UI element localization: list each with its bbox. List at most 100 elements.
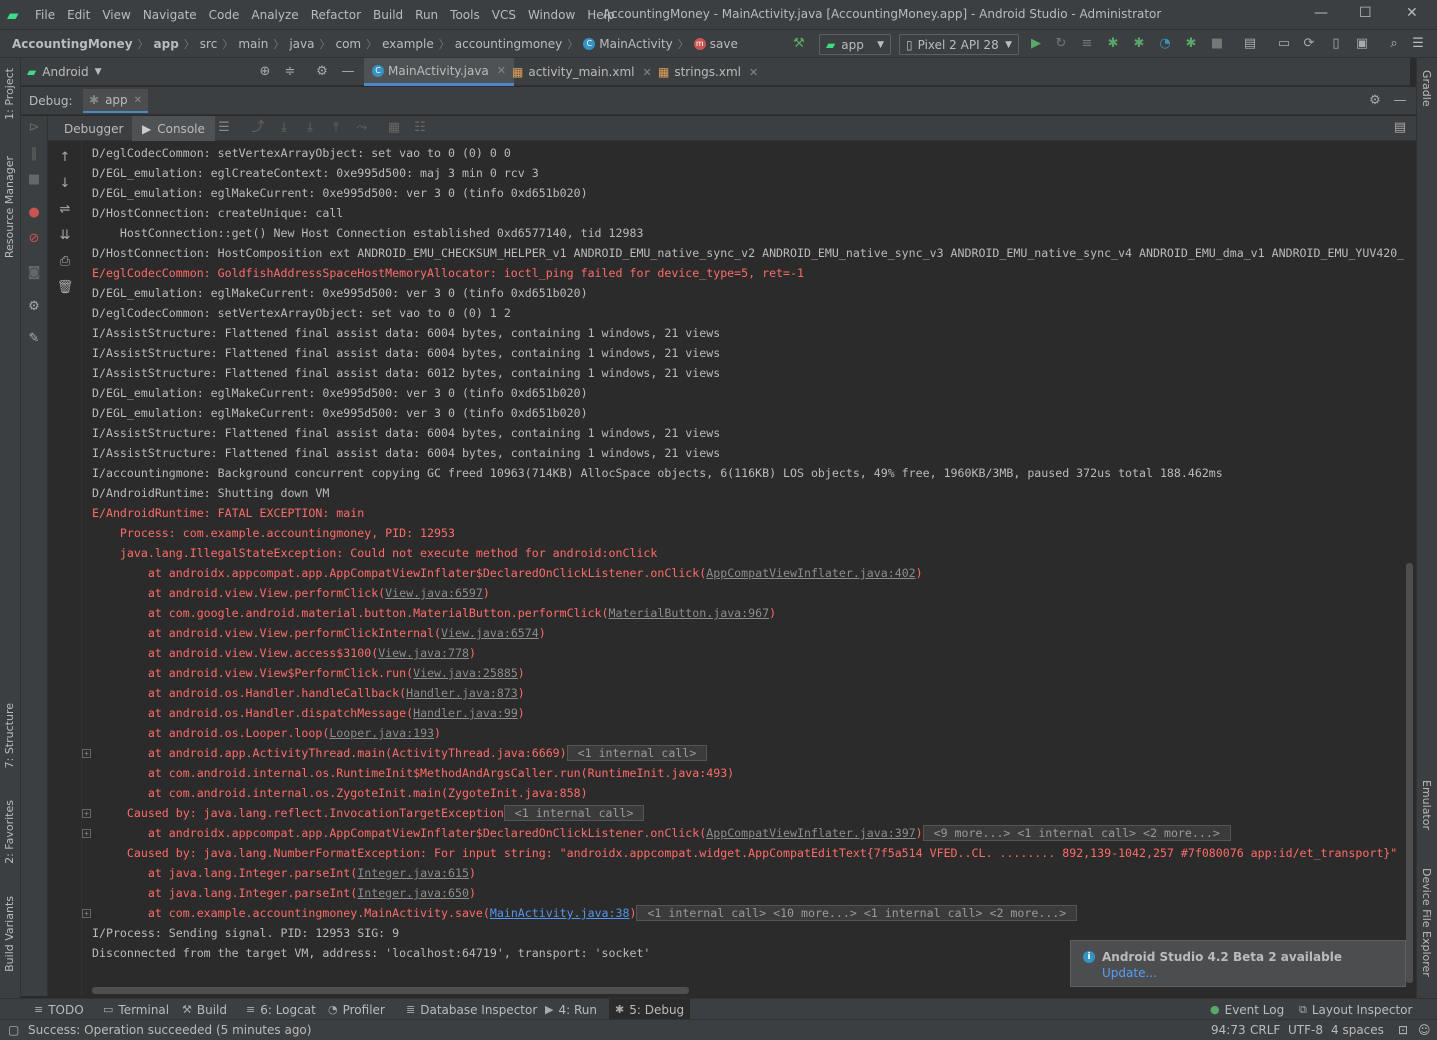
- source-link[interactable]: View.java:6597: [385, 586, 483, 600]
- stripe-structure[interactable]: 7: Structure: [3, 703, 16, 768]
- tab-strings-xml[interactable]: ▦ strings.xml ✕: [650, 58, 766, 86]
- apply-changes-icon[interactable]: ↻: [1053, 36, 1069, 52]
- status-window-icon[interactable]: ▢: [8, 1023, 19, 1037]
- tool-tab-profiler[interactable]: ◔ Profiler: [322, 999, 391, 1020]
- apply-code-changes-icon[interactable]: ≡: [1079, 36, 1095, 52]
- project-view-select[interactable]: ▰ Android ▼: [27, 58, 102, 86]
- stripe-resource-manager[interactable]: Resource Manager: [3, 156, 16, 258]
- minimize-button[interactable]: —: [1314, 5, 1328, 21]
- tab-debugger[interactable]: Debugger: [54, 116, 133, 141]
- menu-run[interactable]: Run: [415, 8, 438, 22]
- breadcrumb-main[interactable]: main: [238, 37, 268, 51]
- menu-tools[interactable]: Tools: [450, 8, 480, 22]
- breadcrumb-project[interactable]: AccountingMoney: [12, 37, 133, 51]
- breadcrumb-method[interactable]: save: [710, 37, 738, 51]
- locate-icon[interactable]: ⊕: [257, 64, 273, 80]
- trace-icon[interactable]: ☷: [412, 120, 428, 136]
- print-icon[interactable]: ⎙: [56, 253, 74, 271]
- tool-tab-todo[interactable]: ≡ TODO: [28, 999, 90, 1020]
- gradle-sync-icon[interactable]: ⟳: [1301, 36, 1317, 52]
- tab-console[interactable]: ▶ Console: [132, 116, 215, 141]
- tool-tab-database-inspector[interactable]: ≣ Database Inspector: [400, 999, 543, 1020]
- folded-frames[interactable]: <1 internal call>: [503, 805, 645, 821]
- source-link[interactable]: Handler.java:99: [413, 706, 518, 720]
- breadcrumb-package[interactable]: accountingmoney: [455, 37, 562, 51]
- gear-icon[interactable]: ⚙: [314, 64, 330, 80]
- folded-frames[interactable]: <1 internal call>: [566, 745, 708, 761]
- show-execution-point-icon[interactable]: ⤴: [250, 120, 266, 136]
- source-link[interactable]: Handler.java:873: [406, 686, 518, 700]
- menu-analyze[interactable]: Analyze: [251, 8, 298, 22]
- source-link[interactable]: Integer.java:615: [357, 866, 469, 880]
- step-into-icon[interactable]: ⤓: [302, 120, 318, 136]
- breadcrumb-com[interactable]: com: [335, 37, 361, 51]
- gear-icon[interactable]: ⚙: [1367, 93, 1383, 109]
- tool-tab-debug[interactable]: ✱ 5: Debug: [609, 999, 691, 1020]
- make-project-icon[interactable]: ⚒: [791, 36, 807, 52]
- console-output[interactable]: D/eglCodecCommon: setVertexArrayObject: …: [82, 141, 1404, 984]
- arrow-down-icon[interactable]: ↓: [56, 175, 74, 193]
- hide-icon[interactable]: —: [1392, 93, 1408, 109]
- menu-vcs[interactable]: VCS: [492, 8, 516, 22]
- close-icon[interactable]: ✕: [749, 66, 758, 79]
- scroll-to-end-icon[interactable]: ⇊: [56, 227, 74, 245]
- run-config-select[interactable]: ▰ app ▼: [819, 34, 891, 55]
- account-icon[interactable]: ☰: [1410, 36, 1426, 52]
- tool-tab-layout-inspector[interactable]: ⧉ Layout Inspector: [1293, 999, 1418, 1020]
- file-encoding[interactable]: UTF-8: [1288, 1023, 1323, 1037]
- search-icon[interactable]: ⌕: [1386, 36, 1402, 52]
- sdk-manager-icon[interactable]: ▯: [1328, 36, 1344, 52]
- threads-icon[interactable]: ☰: [216, 120, 232, 136]
- inspector-icon[interactable]: ☺: [1418, 1023, 1431, 1037]
- source-link[interactable]: Integer.java:650: [357, 886, 469, 900]
- view-breakpoints-icon[interactable]: ●: [25, 204, 43, 222]
- source-link[interactable]: AppCompatViewInflater.java:397: [706, 826, 915, 840]
- source-link[interactable]: MaterialButton.java:967: [609, 606, 770, 620]
- tool-tab-terminal[interactable]: ▭ Terminal: [97, 999, 175, 1020]
- menu-view[interactable]: View: [102, 8, 130, 22]
- tab-activity-main-xml[interactable]: ▦ activity_main.xml ✕: [504, 58, 660, 86]
- debug-icon[interactable]: ✱: [1105, 36, 1121, 52]
- breadcrumb-class[interactable]: MainActivity: [599, 37, 673, 51]
- fold-expand-icon[interactable]: +: [82, 829, 91, 838]
- close-button[interactable]: ✕: [1406, 5, 1418, 21]
- source-link[interactable]: View.java:778: [378, 646, 469, 660]
- step-out-icon[interactable]: ⤒: [328, 120, 344, 136]
- stripe-favorites[interactable]: 2: Favorites: [3, 800, 16, 864]
- pin-icon[interactable]: ✎: [25, 330, 43, 348]
- menu-refactor[interactable]: Refactor: [311, 8, 361, 22]
- step-over-icon[interactable]: ⤓: [276, 120, 292, 136]
- device-select[interactable]: ▯ Pixel 2 API 28 ▼: [899, 34, 1019, 55]
- caret-position[interactable]: 94:73: [1211, 1023, 1246, 1037]
- run-icon[interactable]: ▶: [1028, 36, 1044, 52]
- sync-project-icon[interactable]: ▤: [1242, 36, 1258, 52]
- soft-wrap-icon[interactable]: ⇌: [56, 201, 74, 219]
- trash-icon[interactable]: 🗑: [56, 279, 74, 297]
- source-link[interactable]: AppCompatViewInflater.java:402: [706, 566, 915, 580]
- collapse-all-icon[interactable]: ≑: [282, 64, 298, 80]
- coverage-icon[interactable]: ✱: [1131, 36, 1147, 52]
- menu-navigate[interactable]: Navigate: [143, 8, 197, 22]
- tool-tab-build[interactable]: ⚒ Build: [176, 999, 233, 1020]
- source-link[interactable]: Looper.java:193: [329, 726, 434, 740]
- stop-icon[interactable]: ■: [25, 171, 43, 189]
- tool-tab-logcat[interactable]: ≡ 6: Logcat: [240, 999, 322, 1020]
- maximize-button[interactable]: ☐: [1359, 5, 1372, 21]
- fold-expand-icon[interactable]: +: [82, 809, 91, 818]
- gear-icon[interactable]: ⚙: [25, 298, 43, 316]
- update-link[interactable]: Update...: [1102, 966, 1157, 980]
- resume-icon[interactable]: ‖: [25, 145, 43, 163]
- stop-icon[interactable]: ■: [1209, 36, 1225, 52]
- project-structure-icon[interactable]: ▣: [1354, 36, 1370, 52]
- tool-tab-run[interactable]: ▶ 4: Run: [539, 999, 603, 1020]
- camera-icon[interactable]: ◙: [25, 264, 43, 282]
- close-icon[interactable]: ✕: [134, 95, 142, 106]
- arrow-up-icon[interactable]: ↑: [56, 149, 74, 167]
- menu-build[interactable]: Build: [373, 8, 403, 22]
- stripe-build-variants[interactable]: Build Variants: [3, 896, 16, 972]
- source-link[interactable]: View.java:25885: [413, 666, 518, 680]
- line-separator[interactable]: CRLF: [1250, 1023, 1280, 1037]
- attach-debugger-icon[interactable]: ✱: [1183, 36, 1199, 52]
- fold-expand-icon[interactable]: +: [82, 749, 91, 758]
- breadcrumb-src[interactable]: src: [200, 37, 218, 51]
